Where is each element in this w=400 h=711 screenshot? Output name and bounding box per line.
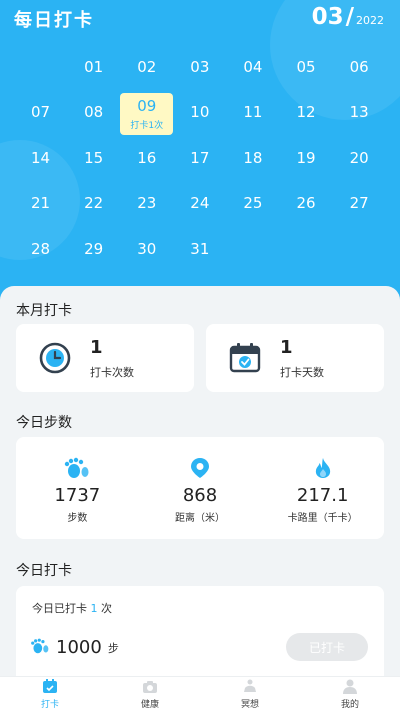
calendar-day[interactable]: 08 (67, 90, 120, 136)
tab-meditation[interactable]: 冥想 (200, 677, 300, 711)
calendar-day[interactable]: 11 (226, 90, 279, 136)
tab-profile-label: 我的 (340, 699, 359, 710)
checkin-tab-icon (42, 679, 58, 695)
calendar-day[interactable]: 02 (120, 44, 173, 90)
calendar-day[interactable]: 22 (67, 181, 120, 227)
calendar-day[interactable]: 10 (173, 90, 226, 136)
calendar-day[interactable]: 27 (333, 181, 386, 227)
today-section-title: 今日打卡 (16, 563, 72, 579)
calendar-day[interactable]: 13 (333, 90, 386, 136)
calendar-day[interactable]: 05 (279, 44, 332, 90)
calorie-stat: 217.1 卡路里（千卡） (261, 437, 384, 539)
calendar-day[interactable]: 31 (173, 226, 226, 272)
bottom-tab-bar: 打卡 健康 冥想 我的 (0, 676, 400, 711)
calendar-day[interactable]: 29 (67, 226, 120, 272)
today-checkin-summary: 今日已打卡 1 次 (32, 600, 112, 616)
calendar-day[interactable]: 04 (226, 44, 279, 90)
checkin-count-value: 1 (90, 336, 103, 358)
page-title: 每日打卡 (14, 10, 94, 31)
profile-tab-icon (343, 679, 357, 695)
today-done-prefix: 今日已打卡 (32, 602, 87, 615)
calendar-day[interactable]: 01 (67, 44, 120, 90)
calendar-day[interactable]: 18 (226, 135, 279, 181)
checkin-days-card: 1 打卡天数 (206, 324, 384, 392)
calendar-day[interactable]: 12 (279, 90, 332, 136)
month-number: 03 (311, 4, 344, 30)
steps-value: 1737 (54, 485, 101, 506)
distance-value: 868 (182, 485, 218, 506)
tab-health-label: 健康 (140, 699, 159, 710)
tab-health[interactable]: 健康 (100, 677, 200, 711)
calendar-day[interactable]: 16 (120, 135, 173, 181)
goal-value: 1000 (56, 637, 102, 658)
calendar-blank (14, 44, 67, 90)
calendar-day[interactable]: 17 (173, 135, 226, 181)
calendar-day-active[interactable]: 09 打卡1次 (120, 92, 174, 135)
calendar-day[interactable]: 21 (14, 181, 67, 227)
clock-icon (38, 341, 72, 375)
month-slash: / (345, 4, 354, 30)
calendar-day[interactable]: 23 (120, 181, 173, 227)
tab-profile[interactable]: 我的 (300, 677, 400, 711)
calorie-value: 217.1 (296, 485, 349, 506)
calendar-day[interactable]: 14 (14, 135, 67, 181)
calendar-day[interactable]: 15 (67, 135, 120, 181)
meditation-tab-icon (242, 679, 258, 695)
calendar-day-checkin-tag: 打卡1次 (130, 120, 164, 131)
distance-stat: 868 距离（米） (139, 437, 262, 539)
today-checkin-card: 今日已打卡 1 次 1000 步 已打卡 (16, 586, 384, 686)
footprint-icon (64, 457, 90, 479)
calendar-day[interactable]: 03 (173, 44, 226, 90)
checkin-count-label: 打卡次数 (90, 365, 134, 379)
year-number: 2022 (356, 14, 384, 27)
calendar-day[interactable]: 06 (333, 44, 386, 90)
today-done-count: 1 (90, 602, 98, 615)
checkin-days-label: 打卡天数 (280, 365, 324, 379)
steps-stat: 1737 步数 (16, 437, 139, 539)
checked-in-button[interactable]: 已打卡 (286, 633, 368, 661)
calendar-day[interactable]: 20 (333, 135, 386, 181)
footprint-icon (30, 638, 50, 658)
tab-checkin-label: 打卡 (40, 699, 59, 710)
distance-label: 距离（米） (175, 513, 225, 524)
calendar-day[interactable]: 28 (14, 226, 67, 272)
camera-tab-icon (142, 679, 158, 695)
calendar-day[interactable]: 30 (120, 226, 173, 272)
checkin-count-card: 1 打卡次数 (16, 324, 194, 392)
tab-meditation-label: 冥想 (240, 699, 259, 710)
header-banner: 每日打卡 03 / 2022 01 02 03 04 05 06 07 08 09 打卡1次 10 1… (0, 0, 400, 300)
calendar-day[interactable]: 19 (279, 135, 332, 181)
calendar-day-number: 09 (137, 96, 157, 115)
today-done-suffix: 次 (101, 602, 112, 615)
flame-icon (313, 457, 333, 479)
goal-unit: 步 (107, 641, 119, 655)
calendar-day[interactable]: 07 (14, 90, 67, 136)
tab-checkin[interactable]: 打卡 (0, 677, 100, 711)
calendar-check-icon (228, 341, 262, 375)
monthly-section-title: 本月打卡 (16, 303, 72, 319)
steps-card: 1737 步数 868 距离（米） 217.1 卡路里（千卡） (16, 437, 384, 539)
calendar-grid: 01 02 03 04 05 06 07 08 09 打卡1次 10 11 12 13 14 15 16 17 18… (14, 44, 386, 272)
steps-label: 步数 (67, 513, 88, 524)
month-selector[interactable]: 03 / 2022 (312, 4, 384, 30)
content-sheet: 本月打卡 1 打卡次数 1 打卡天数 今日步数 1737 步数 868 距离（米… (0, 286, 400, 686)
calendar-day[interactable]: 24 (173, 181, 226, 227)
calendar-day[interactable]: 25 (226, 181, 279, 227)
steps-section-title: 今日步数 (16, 415, 72, 431)
goal-row: 1000 步 (30, 637, 119, 658)
location-pin-icon (190, 457, 210, 479)
calorie-label: 卡路里（千卡） (287, 513, 358, 524)
calendar-day[interactable]: 26 (279, 181, 332, 227)
checkin-days-value: 1 (280, 336, 293, 358)
